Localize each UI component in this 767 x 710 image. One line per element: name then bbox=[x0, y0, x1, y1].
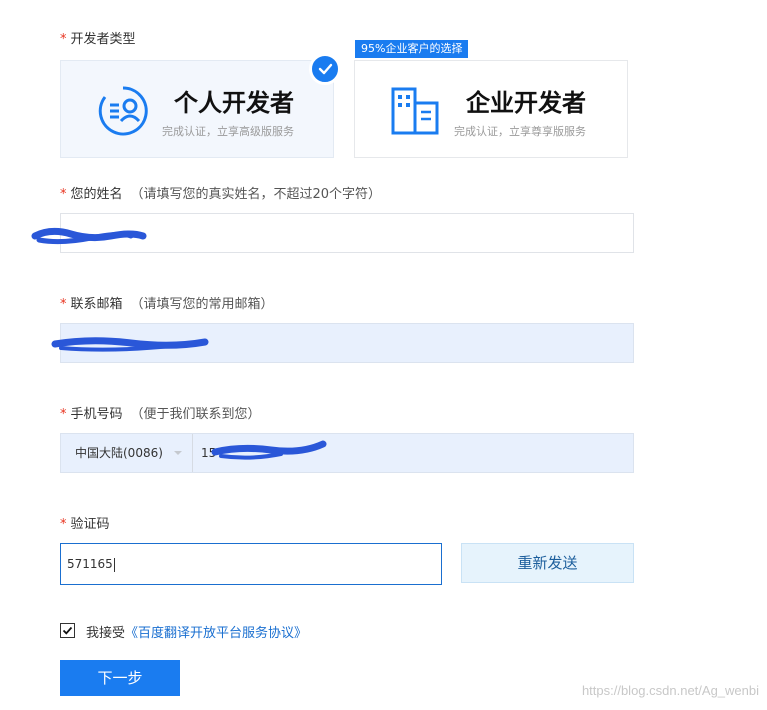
phone-label: * 手机号码 （便于我们联系到您） bbox=[60, 407, 261, 422]
redaction-scribble bbox=[31, 227, 147, 245]
enterprise-developer-card[interactable]: 企业开发者 完成认证，立享尊享版服务 bbox=[354, 60, 628, 158]
email-input[interactable] bbox=[51, 323, 634, 363]
personal-developer-title: 个人开发者 bbox=[174, 89, 294, 117]
selected-check-icon bbox=[309, 53, 341, 85]
text-cursor bbox=[113, 557, 115, 572]
enterprise-badge: 95%企业客户的选择 bbox=[355, 40, 469, 58]
checkmark-icon bbox=[62, 626, 73, 635]
enterprise-developer-subtitle: 完成认证，立享尊享版服务 bbox=[454, 125, 586, 138]
resend-button[interactable]: 重新发送 bbox=[461, 543, 634, 583]
watermark: https://blog.csdn.net/Ag_wenbi bbox=[581, 683, 759, 698]
redaction-scribble bbox=[211, 440, 327, 460]
personal-developer-subtitle: 完成认证，立享高级版服务 bbox=[162, 125, 294, 138]
chevron-down-icon bbox=[174, 451, 182, 455]
email-label: * 联系邮箱 （请填写您的常用邮箱） bbox=[60, 297, 274, 312]
agreement-text: 我接受《百度翻译开放平台服务协议》 bbox=[86, 626, 308, 641]
next-step-button[interactable]: 下一步 bbox=[60, 660, 180, 696]
country-code-select[interactable]: 中国大陆(0086) bbox=[61, 434, 193, 472]
personal-developer-card[interactable]: 个人开发者 完成认证，立享高级版服务 bbox=[60, 60, 334, 158]
agreement-link[interactable]: 《百度翻译开放平台服务协议》 bbox=[125, 626, 307, 641]
agreement-checkbox[interactable] bbox=[60, 623, 75, 638]
developer-type-label: * 开发者类型 bbox=[60, 32, 136, 47]
enterprise-building-icon bbox=[391, 87, 439, 135]
name-input[interactable] bbox=[31, 213, 634, 253]
phone-input-group: 中国大陆(0086) 15 bbox=[60, 433, 634, 473]
redaction-scribble bbox=[51, 337, 209, 352]
name-label: * 您的姓名 （请填写您的真实姓名，不超过20个字符） bbox=[60, 187, 382, 202]
personal-developer-icon bbox=[98, 86, 148, 136]
verification-code-input[interactable]: 571165 bbox=[60, 543, 442, 585]
enterprise-developer-title: 企业开发者 bbox=[466, 89, 586, 117]
code-label: * 验证码 bbox=[60, 517, 110, 532]
